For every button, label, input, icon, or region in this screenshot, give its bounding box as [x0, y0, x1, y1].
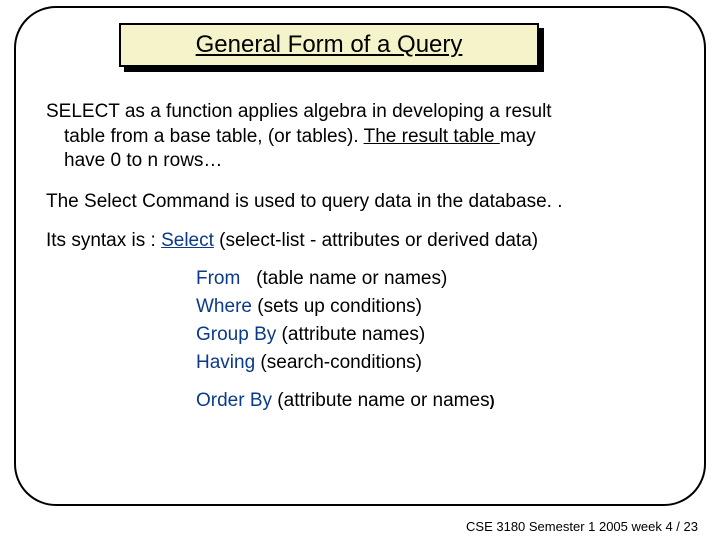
slide-title: General Form of a Query: [196, 31, 463, 59]
clause-orderby: Order By (attribute name or names): [196, 389, 674, 414]
clause-where: Where (sets up conditions): [196, 295, 674, 320]
para1-line3: have 0 to n rows…: [64, 150, 222, 171]
slide-content: SELECT as a function applies algebra in …: [46, 100, 674, 414]
slide-frame: General Form of a Query SELECT as a func…: [14, 6, 706, 506]
having-keyword: Having: [196, 352, 255, 373]
clause-having: Having (search-conditions): [196, 351, 674, 376]
where-keyword: Where: [196, 296, 252, 317]
orderby-keyword: Order By: [196, 390, 272, 411]
groupby-rest: (attribute names): [276, 324, 425, 345]
para3-b: (select-list - attributes or derived dat…: [214, 230, 538, 251]
orderby-rest: (attribute name or names: [272, 390, 490, 411]
paragraph-1: SELECT as a function applies algebra in …: [46, 100, 674, 174]
title-box: General Form of a Query: [119, 23, 539, 67]
paragraph-2: The Select Command is used to query data…: [46, 190, 674, 215]
para1-line1: SELECT as a function applies algebra in …: [46, 101, 552, 122]
para1-line2c: may: [500, 126, 536, 147]
orderby-close: ): [490, 393, 495, 410]
having-rest: (search-conditions): [255, 352, 422, 373]
where-rest: (sets up conditions): [252, 296, 422, 317]
groupby-keyword: Group By: [196, 324, 276, 345]
select-keyword: Select: [161, 230, 214, 251]
from-keyword: From: [196, 268, 240, 289]
clause-list: From (table name or names) Where (sets u…: [196, 267, 674, 375]
clause-from: From (table name or names): [196, 267, 674, 292]
from-rest: (table name or names): [240, 268, 447, 289]
slide-footer: CSE 3180 Semester 1 2005 week 4 / 23: [466, 519, 698, 534]
para1-line2a: table from a base table, (or tables).: [64, 126, 364, 147]
para1-underlined: The result table: [364, 126, 500, 147]
para3-a: Its syntax is :: [46, 230, 161, 251]
paragraph-3: Its syntax is : Select (select-list - at…: [46, 229, 674, 254]
clause-groupby: Group By (attribute names): [196, 323, 674, 348]
